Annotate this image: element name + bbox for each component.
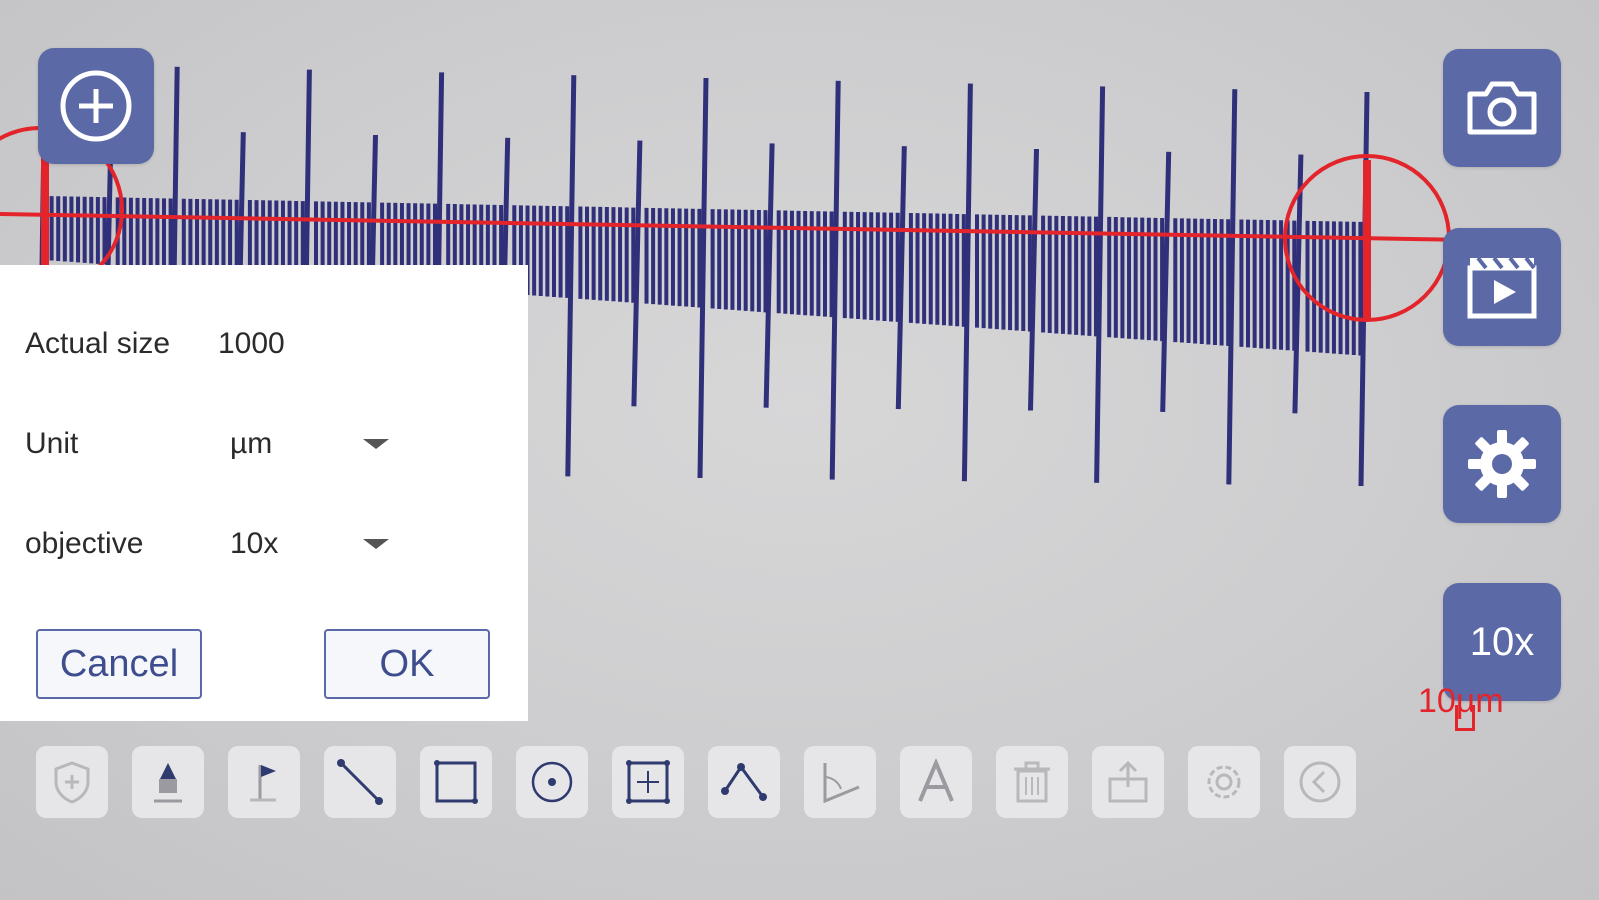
- ruler-tick: [1094, 86, 1106, 483]
- video-icon: [1467, 256, 1537, 319]
- rectangle-icon: [434, 760, 478, 804]
- shield-add-icon: [54, 761, 90, 804]
- trash-icon: [1014, 761, 1050, 803]
- tool-delete[interactable]: [996, 746, 1068, 818]
- ruler-tick: [631, 140, 643, 407]
- actual-size-label: Actual size: [25, 327, 171, 360]
- flag-icon: [250, 765, 276, 802]
- tool-export[interactable]: [1092, 746, 1164, 818]
- ruler-tick: [763, 143, 775, 408]
- tool-shield-add[interactable]: [36, 746, 108, 818]
- settings-button[interactable]: [1443, 405, 1561, 523]
- unit-dropdown-icon[interactable]: [363, 439, 389, 449]
- camera-icon: [1467, 81, 1537, 135]
- tool-pen-marker[interactable]: [132, 746, 204, 818]
- ruler-tick: [829, 80, 841, 480]
- tool-line[interactable]: [324, 746, 396, 818]
- unit-select[interactable]: µm: [230, 427, 272, 461]
- ruler-tick: [565, 75, 577, 477]
- text-icon: [918, 759, 954, 802]
- ruler-tick: [1028, 148, 1039, 411]
- tool-rectangle[interactable]: [420, 746, 492, 818]
- record-video-button[interactable]: [1443, 228, 1561, 346]
- magnification-label: 10x: [1469, 619, 1535, 664]
- scale-bar: [1455, 705, 1475, 731]
- objective-select[interactable]: 10x: [230, 527, 278, 561]
- objective-label: objective: [25, 527, 144, 560]
- pen-marker-icon: [154, 763, 182, 803]
- export-icon: [1108, 760, 1148, 803]
- actual-size-field[interactable]: 1000: [218, 327, 285, 361]
- grid-icon: [626, 760, 670, 804]
- ruler-tick: [1160, 151, 1172, 412]
- tool-flag[interactable]: [228, 746, 300, 818]
- ruler-tick: [697, 77, 709, 479]
- angle-icon: [823, 763, 860, 804]
- tool-grid[interactable]: [612, 746, 684, 818]
- tool-angle[interactable]: [804, 746, 876, 818]
- add-circle-icon: [60, 70, 132, 142]
- ok-button[interactable]: OK: [324, 629, 490, 699]
- calibration-dialog: Actual size 1000 Unit µm objective 10x C…: [0, 265, 528, 721]
- back-icon: [1299, 761, 1341, 803]
- gear-icon: [1468, 430, 1536, 498]
- ruler-tick: [895, 146, 907, 410]
- settings-icon: [1207, 765, 1241, 799]
- unit-label: Unit: [25, 427, 79, 460]
- tool-text[interactable]: [900, 746, 972, 818]
- tool-polyline[interactable]: [708, 746, 780, 818]
- ruler-tick: [961, 83, 973, 482]
- cancel-button[interactable]: Cancel: [36, 629, 202, 699]
- camera-button[interactable]: [1443, 49, 1561, 167]
- line-icon: [337, 759, 383, 805]
- add-measurement-button[interactable]: [38, 48, 154, 164]
- tool-back[interactable]: [1284, 746, 1356, 818]
- tool-settings[interactable]: [1188, 746, 1260, 818]
- ruler-tick: [1226, 89, 1238, 485]
- circle-icon: [531, 761, 573, 803]
- objective-dropdown-icon[interactable]: [363, 539, 389, 549]
- polyline-icon: [721, 763, 767, 801]
- tool-circle[interactable]: [516, 746, 588, 818]
